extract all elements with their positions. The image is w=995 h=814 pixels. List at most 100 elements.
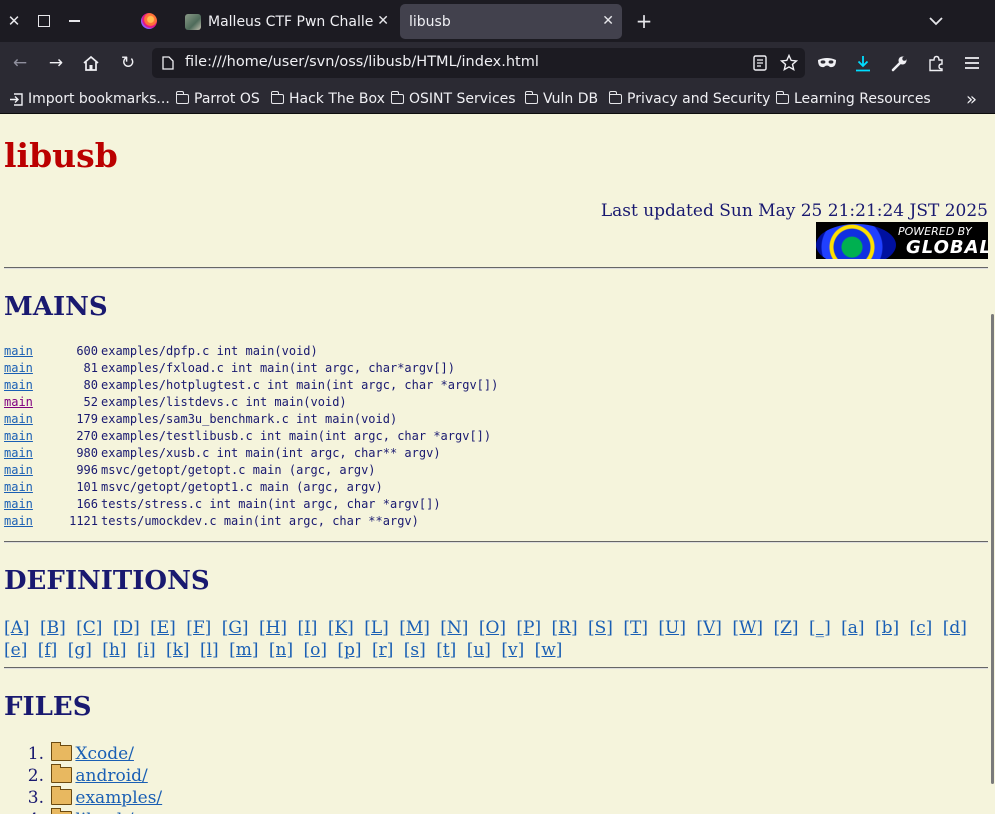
- close-icon[interactable]: ✕: [377, 13, 389, 29]
- main-link[interactable]: main: [4, 479, 33, 496]
- folder-icon: [608, 91, 622, 104]
- definition-letter-link[interactable]: [h]: [102, 640, 126, 660]
- definition-letter-link[interactable]: [f]: [38, 640, 58, 660]
- directory-link[interactable]: examples/: [75, 788, 162, 808]
- home-button[interactable]: [79, 51, 103, 75]
- definition-letter-link[interactable]: [P]: [516, 618, 541, 638]
- bookmark-folder-privacy-and-security[interactable]: Privacy and Security: [608, 89, 770, 109]
- definition-letter-link[interactable]: [b]: [875, 618, 899, 638]
- downloads-button[interactable]: [851, 51, 875, 75]
- definition-letter-link[interactable]: [B]: [40, 618, 66, 638]
- definition-letter-link[interactable]: [V]: [696, 618, 722, 638]
- definition-letter-link[interactable]: [l]: [200, 640, 219, 660]
- directory-link[interactable]: Xcode/: [75, 744, 134, 764]
- main-link[interactable]: main: [4, 496, 33, 513]
- definition-letter-link[interactable]: [p]: [337, 640, 361, 660]
- definition-letter-link[interactable]: [Z]: [773, 618, 798, 638]
- list-number: 3.: [27, 788, 44, 808]
- app-menu-button[interactable]: [960, 51, 984, 75]
- main-link[interactable]: main: [4, 445, 33, 462]
- definition-letter-link[interactable]: [t]: [436, 640, 456, 660]
- definition-letter-link[interactable]: [n]: [269, 640, 293, 660]
- definition-letter-link[interactable]: [s]: [404, 640, 426, 660]
- new-tab-button[interactable]: +: [630, 8, 658, 34]
- definition-letter-link[interactable]: [w]: [535, 640, 563, 660]
- definition-letter-link[interactable]: [E]: [150, 618, 176, 638]
- definition-letter-link[interactable]: [A]: [4, 618, 30, 638]
- reload-button[interactable]: ↻: [116, 51, 140, 75]
- function-signature: examples/sam3u_benchmark.c int main(void…: [101, 412, 398, 426]
- definition-letter-link[interactable]: [a]: [841, 618, 864, 638]
- definition-letter-link[interactable]: [U]: [658, 618, 686, 638]
- definition-letter-link[interactable]: [G]: [222, 618, 249, 638]
- vertical-scrollbar[interactable]: [991, 314, 994, 784]
- main-link[interactable]: main: [4, 428, 33, 445]
- list-number: 1.: [27, 744, 44, 764]
- definition-letter-link[interactable]: [k]: [166, 640, 190, 660]
- definition-letter-link[interactable]: [K]: [328, 618, 354, 638]
- main-link[interactable]: main: [4, 394, 33, 411]
- directory-link[interactable]: android/: [75, 766, 147, 786]
- definition-letter-link[interactable]: [T]: [623, 618, 648, 638]
- definition-letter-link[interactable]: [o]: [304, 640, 328, 660]
- list-all-tabs-button[interactable]: [922, 8, 950, 34]
- function-signature: examples/fxload.c int main(int argc, cha…: [101, 361, 456, 375]
- definition-letter-link[interactable]: [D]: [113, 618, 140, 638]
- definition-letter-link[interactable]: [u]: [467, 640, 491, 660]
- main-link[interactable]: main: [4, 343, 33, 360]
- tab-libusb[interactable]: libusb ✕: [400, 4, 622, 39]
- maximize-button[interactable]: [30, 8, 58, 34]
- function-signature: examples/hotplugtest.c int main(int argc…: [101, 378, 499, 392]
- main-link[interactable]: main: [4, 462, 33, 479]
- main-link[interactable]: main: [4, 360, 33, 377]
- definition-letter-link[interactable]: [W]: [732, 618, 763, 638]
- definition-letter-link[interactable]: [v]: [501, 640, 524, 660]
- bookmark-label: Import bookmarks...: [28, 91, 170, 107]
- definition-letter-link[interactable]: [M]: [399, 618, 430, 638]
- more-bookmarks-button[interactable]: »: [966, 89, 977, 110]
- private-browsing-button[interactable]: [815, 51, 839, 75]
- definition-letter-link[interactable]: [S]: [588, 618, 613, 638]
- definition-letter-link[interactable]: [R]: [552, 618, 578, 638]
- tab-malleus[interactable]: Malleus CTF Pwn Challen ✕: [173, 4, 397, 39]
- definition-letter-link[interactable]: [g]: [68, 640, 92, 660]
- definition-letter-link[interactable]: [L]: [364, 618, 389, 638]
- close-icon[interactable]: ✕: [602, 13, 614, 29]
- back-button[interactable]: ←: [8, 51, 32, 75]
- definition-letter-link[interactable]: [r]: [372, 640, 393, 660]
- bookmark-import[interactable]: Import bookmarks...: [9, 89, 170, 109]
- main-link[interactable]: main: [4, 377, 33, 394]
- definition-letter-link[interactable]: [N]: [440, 618, 468, 638]
- minimize-button[interactable]: [60, 8, 88, 34]
- url-bar[interactable]: file:///home/user/svn/oss/libusb/HTML/in…: [152, 48, 805, 78]
- bookmark-folder-parrot-os[interactable]: Parrot OS: [175, 89, 260, 109]
- definition-letter-link[interactable]: [e]: [4, 640, 27, 660]
- main-link[interactable]: main: [4, 411, 33, 428]
- definition-letter-link[interactable]: [C]: [76, 618, 102, 638]
- definition-letter-link[interactable]: [c]: [910, 618, 933, 638]
- bookmark-folder-learning-resources[interactable]: Learning Resources: [775, 89, 931, 109]
- close-window-button[interactable]: ✕: [0, 8, 28, 34]
- bookmark-folder-osint-services[interactable]: OSINT Services: [390, 89, 516, 109]
- forward-button[interactable]: →: [44, 51, 68, 75]
- firefox-view-button[interactable]: [135, 8, 163, 34]
- reader-view-icon[interactable]: [753, 55, 767, 71]
- folder-icon: [51, 764, 73, 783]
- definition-letter-link[interactable]: [i]: [137, 640, 156, 660]
- definition-letter-link[interactable]: [d]: [943, 618, 967, 638]
- definition-letter-link[interactable]: [m]: [229, 640, 258, 660]
- powered-by-global-badge[interactable]: POWERED BY GLOBAL: [816, 222, 988, 259]
- main-link[interactable]: main: [4, 513, 33, 530]
- definition-letter-link[interactable]: [I]: [297, 618, 317, 638]
- definition-letter-link[interactable]: [H]: [259, 618, 287, 638]
- star-icon[interactable]: [780, 54, 798, 72]
- extensions-button[interactable]: [924, 51, 948, 75]
- tools-button[interactable]: [887, 51, 911, 75]
- bookmark-folder-hack-the-box[interactable]: Hack The Box: [270, 89, 385, 109]
- line-number: 52: [83, 395, 98, 409]
- directory-link[interactable]: libusb/: [75, 810, 133, 814]
- definition-letter-link[interactable]: [O]: [479, 618, 506, 638]
- bookmark-folder-vuln-db[interactable]: Vuln DB: [524, 89, 598, 109]
- definition-letter-link[interactable]: [_]: [809, 618, 831, 638]
- definition-letter-link[interactable]: [F]: [186, 618, 211, 638]
